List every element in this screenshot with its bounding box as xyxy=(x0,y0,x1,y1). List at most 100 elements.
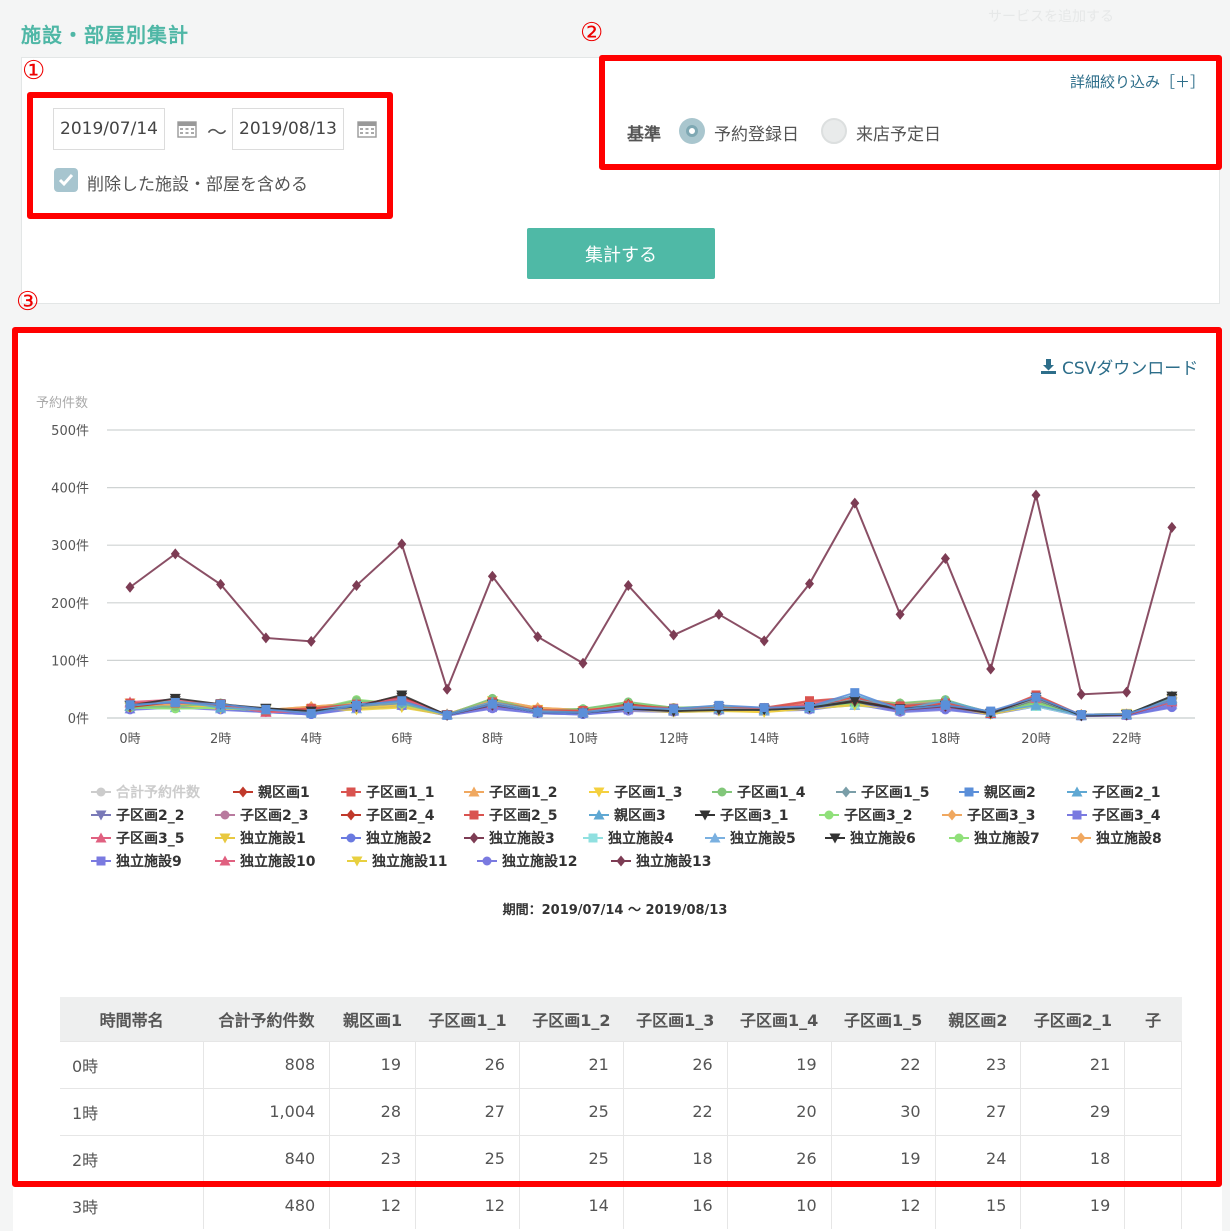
legend-item[interactable]: 独立施設13 xyxy=(610,851,711,871)
data-point xyxy=(487,699,497,709)
legend-label: 子区画1_5 xyxy=(861,785,930,801)
legend-marker-shape xyxy=(717,787,727,797)
data-point xyxy=(578,708,588,718)
table-cell: 840 xyxy=(203,1134,331,1182)
legend-item[interactable]: 独立施設5 xyxy=(704,828,796,848)
table-cell: 30 xyxy=(831,1087,936,1135)
summary-table: 時間帯名 合計予約件数 親区画1 子区画1_1 子区画1_2 子区画1_3 子区画1_4 子区… xyxy=(60,997,1182,1229)
table-header-cell[interactable]: 合計予約件数 xyxy=(203,997,330,1041)
legend-item[interactable]: 独立施設8 xyxy=(1070,828,1162,848)
table-header-cell[interactable]: 子区画1_5 xyxy=(831,997,936,1041)
legend-marker-icon xyxy=(477,856,497,866)
legend-item[interactable]: 子区画3_1 xyxy=(694,805,788,825)
legend-item[interactable]: 子区画2_5 xyxy=(463,805,557,825)
data-point xyxy=(442,710,452,720)
x-tick-label: 4時 xyxy=(301,732,322,747)
legend-item[interactable]: 子区画2_3 xyxy=(214,805,308,825)
legend-item[interactable]: 合計予約件数 xyxy=(90,782,200,802)
legend-marker-icon xyxy=(949,833,969,843)
table-header-cell[interactable]: 親区画1 xyxy=(329,997,416,1041)
legend-item[interactable]: 子区画1_3 xyxy=(588,782,682,802)
legend-marker-icon xyxy=(341,787,361,797)
legend-item[interactable]: 子区画2_2 xyxy=(90,805,184,825)
legend-item[interactable]: 独立施設9 xyxy=(90,851,182,871)
legend-label: 子区画3_1 xyxy=(720,808,789,824)
legend-item[interactable]: 子区画3_5 xyxy=(90,828,184,848)
table-cell: 27 xyxy=(935,1087,1022,1135)
legend-item[interactable]: 子区画1_4 xyxy=(711,782,805,802)
legend-label: 子区画3_4 xyxy=(1092,808,1161,824)
table-header-cell[interactable]: 子 xyxy=(1124,997,1182,1041)
legend-label: 子区画2_1 xyxy=(1092,785,1161,801)
legend-label: 独立施設8 xyxy=(1096,831,1162,847)
table-cell: 25 xyxy=(519,1087,624,1135)
table-cell: 26 xyxy=(727,1134,832,1182)
x-tick-label: 20時 xyxy=(1021,732,1051,747)
legend-label: 子区画3_2 xyxy=(844,808,913,824)
x-tick-label: 12時 xyxy=(659,732,689,747)
legend-marker-icon xyxy=(695,810,715,821)
legend-marker-icon xyxy=(347,856,367,867)
legend-item[interactable]: 独立施設4 xyxy=(582,828,674,848)
legend-label: 子区画1_2 xyxy=(489,785,558,801)
legend-item[interactable]: 独立施設11 xyxy=(346,851,447,871)
legend-item[interactable]: 子区画2_1 xyxy=(1066,782,1160,802)
legend-label: 子区画3_3 xyxy=(967,808,1036,824)
legend-item[interactable]: 独立施設7 xyxy=(948,828,1040,848)
data-point xyxy=(714,608,724,620)
legend-item[interactable]: 子区画2_4 xyxy=(340,805,434,825)
legend-item[interactable]: 親区画3 xyxy=(588,805,666,825)
data-point xyxy=(1122,686,1132,698)
table-header-cell[interactable]: 子区画2_1 xyxy=(1020,997,1125,1041)
legend-item[interactable]: 子区画1_5 xyxy=(835,782,929,802)
legend-item[interactable]: 独立施設2 xyxy=(340,828,432,848)
legend-item[interactable]: 子区画1_2 xyxy=(463,782,557,802)
legend-item[interactable]: 親区画1 xyxy=(232,782,310,802)
y-tick-label: 100件 xyxy=(51,654,89,669)
data-point xyxy=(170,697,180,707)
table-cell: 20 xyxy=(727,1087,832,1135)
table-cell: 15 xyxy=(935,1181,1022,1229)
table-cell: 26 xyxy=(623,1040,728,1088)
legend-marker-icon xyxy=(825,833,845,844)
legend-item[interactable]: 子区画3_4 xyxy=(1066,805,1160,825)
table-cell: 18 xyxy=(1020,1134,1126,1182)
legend-label: 独立施設13 xyxy=(636,854,712,870)
table-header-cell[interactable]: 子区画1_4 xyxy=(727,997,832,1041)
legend-item[interactable]: 独立施設12 xyxy=(476,851,577,871)
table-cell: 808 xyxy=(203,1040,331,1088)
legend-item[interactable]: 独立施設10 xyxy=(214,851,315,871)
legend-item[interactable]: 親区画2 xyxy=(958,782,1036,802)
x-tick-label: 10時 xyxy=(568,732,598,747)
x-tick-label: 18時 xyxy=(931,732,961,747)
table-cell: 23 xyxy=(329,1134,417,1182)
table-cell: 3時 xyxy=(60,1181,204,1229)
table-header-cell[interactable]: 子区画1_1 xyxy=(415,997,520,1041)
data-point xyxy=(1122,709,1132,719)
legend-item[interactable]: 子区画3_3 xyxy=(941,805,1035,825)
data-point xyxy=(714,700,724,710)
legend-label: 独立施設3 xyxy=(489,831,555,847)
legend-item[interactable]: 独立施設6 xyxy=(824,828,916,848)
data-point xyxy=(669,704,679,714)
legend-marker-shape xyxy=(841,786,851,798)
legend-marker-icon xyxy=(712,787,732,797)
legend-marker-icon xyxy=(611,855,631,867)
series-line xyxy=(129,494,1173,696)
legend-marker-shape xyxy=(346,787,356,797)
legend-label: 独立施設12 xyxy=(502,854,578,870)
legend-item[interactable]: 独立施設3 xyxy=(463,828,555,848)
legend-item[interactable]: 子区画1_1 xyxy=(340,782,434,802)
legend-marker-icon xyxy=(589,787,609,798)
data-point xyxy=(261,704,271,714)
data-point xyxy=(533,707,543,717)
legend-item[interactable]: 子区画3_2 xyxy=(818,805,912,825)
data-point xyxy=(442,683,452,695)
legend-item[interactable]: 独立施設1 xyxy=(214,828,306,848)
table-cell: 26 xyxy=(415,1040,520,1088)
table-header-cell[interactable]: 時間帯名 xyxy=(60,997,204,1041)
table-header-cell[interactable]: 子区画1_2 xyxy=(519,997,624,1041)
table-header-cell[interactable]: 子区画1_3 xyxy=(623,997,728,1041)
table-header-cell[interactable]: 親区画2 xyxy=(935,997,1021,1041)
legend-marker-icon xyxy=(91,810,111,821)
